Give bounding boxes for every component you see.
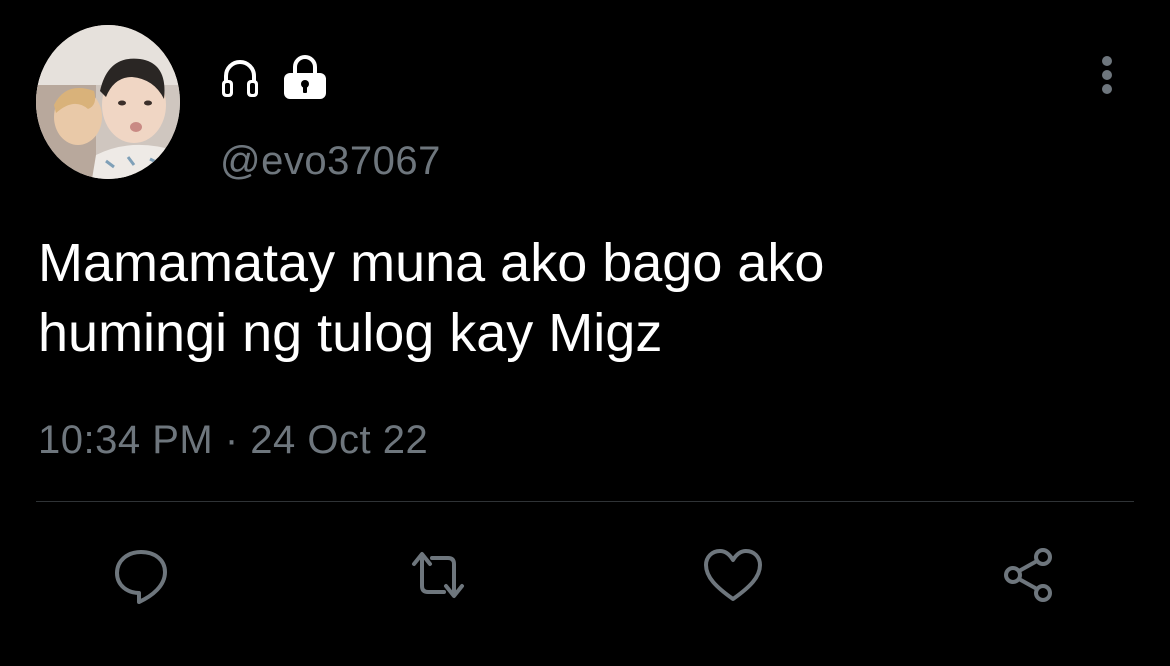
like-button[interactable] [698,540,768,610]
profile-badges [220,54,328,100]
reply-button[interactable] [106,540,176,610]
retweet-icon [412,552,464,598]
share-button[interactable] [994,540,1064,610]
tweet-card: @evo37067 Mamamatay muna ako bago ako hu… [0,0,1170,666]
tweet-text: Mamamatay muna ako bago ako humingi ng t… [38,233,825,363]
tweet-timestamp[interactable]: 10:34 PM · 24 Oct 22 [38,416,428,464]
avatar-photo [36,25,180,179]
lock-icon [284,55,326,99]
more-vertical-icon [1102,56,1112,94]
heart-icon [704,549,762,601]
avatar[interactable] [36,25,180,179]
user-handle[interactable]: @evo37067 [220,137,441,185]
share-icon [1004,548,1052,602]
action-bar [0,540,1170,610]
headphones-icon [222,60,258,97]
speech-bubble-icon [115,550,167,604]
retweet-button[interactable] [403,540,473,610]
divider [36,501,1134,502]
more-options-button[interactable] [1090,54,1124,96]
